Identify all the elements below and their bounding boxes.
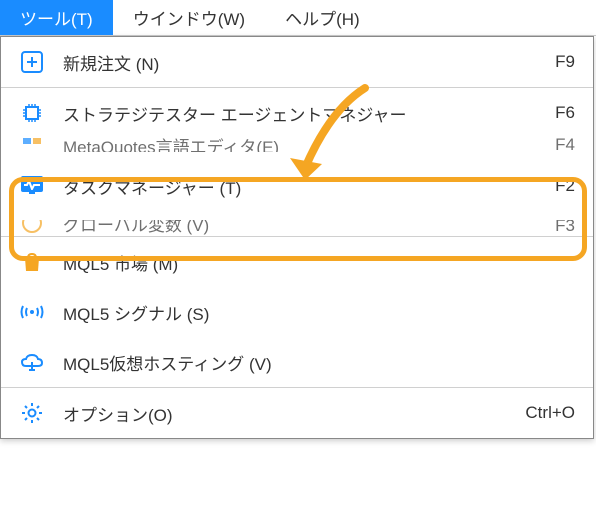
- globe-icon: [19, 220, 45, 236]
- menu-shortcut: F3: [555, 220, 575, 236]
- shopping-bag-icon: [19, 249, 45, 275]
- menu-item-metaquotes-editor[interactable]: MetaQuotes言語エディタ(E) F4: [1, 138, 593, 152]
- menu-item-global-vars[interactable]: グローバル変数 (V) F3: [1, 220, 593, 236]
- menu-label: MetaQuotes言語エディタ(E): [63, 138, 535, 152]
- menu-tools[interactable]: ツール(T): [0, 0, 113, 35]
- plus-box-icon: [19, 49, 45, 75]
- menu-label: 新規注文 (N): [63, 50, 535, 75]
- menu-shortcut: Ctrl+O: [525, 403, 575, 423]
- menu-item-mql5-signals[interactable]: MQL5 シグナル (S): [1, 287, 593, 337]
- menu-bar: ツール(T) ウインドウ(W) ヘルプ(H): [0, 0, 596, 36]
- menu-shortcut: F6: [555, 103, 575, 123]
- tools-dropdown: 新規注文 (N) F9 ストラテジテスター エージェントマネジャー F6 Met…: [0, 36, 594, 439]
- menu-shortcut: F9: [555, 52, 575, 72]
- menu-label: MQL5仮想ホスティング (V): [63, 350, 555, 375]
- menu-item-mql5-market[interactable]: MQL5 市場 (M): [1, 237, 593, 287]
- menu-label: ストラテジテスター エージェントマネジャー: [63, 101, 535, 126]
- menu-label: グローバル変数 (V): [63, 220, 535, 236]
- monitor-activity-icon: [19, 173, 45, 199]
- menu-item-new-order[interactable]: 新規注文 (N) F9: [1, 37, 593, 87]
- editor-icon: [19, 138, 45, 152]
- menu-window[interactable]: ウインドウ(W): [113, 0, 265, 35]
- menu-shortcut: F2: [555, 176, 575, 196]
- gear-icon: [19, 400, 45, 426]
- menu-item-options[interactable]: オプション(O) Ctrl+O: [1, 388, 593, 438]
- menu-help[interactable]: ヘルプ(H): [265, 0, 380, 35]
- menu-label: MQL5 市場 (M): [63, 250, 555, 275]
- chip-icon: [19, 100, 45, 126]
- menu-label: オプション(O): [63, 401, 505, 426]
- cloud-icon: [19, 349, 45, 375]
- menu-item-task-manager[interactable]: タスクマネージャー (T) F2: [1, 152, 593, 220]
- menu-label: タスクマネージャー (T): [63, 174, 535, 199]
- menu-item-mql5-hosting[interactable]: MQL5仮想ホスティング (V): [1, 337, 593, 387]
- menu-label: MQL5 シグナル (S): [63, 300, 555, 325]
- menu-shortcut: F4: [555, 138, 575, 152]
- menu-item-strategy-tester[interactable]: ストラテジテスター エージェントマネジャー F6: [1, 88, 593, 138]
- signal-icon: [19, 299, 45, 325]
